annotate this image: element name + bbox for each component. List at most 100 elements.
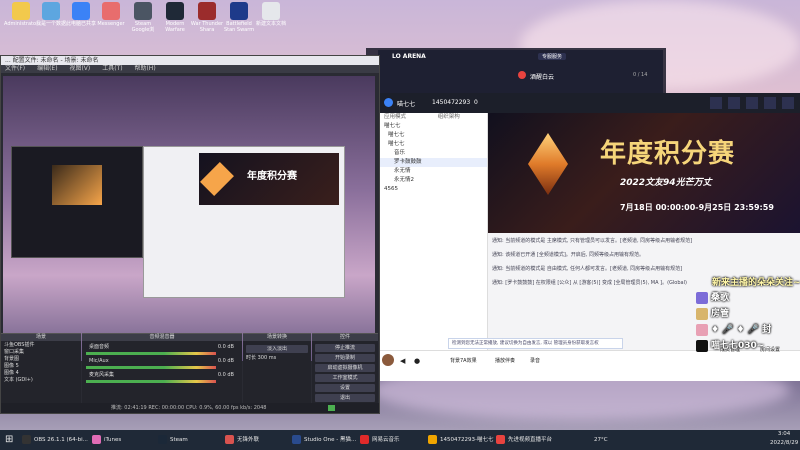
channel-item[interactable]: 喵七七 — [380, 140, 487, 149]
home-icon[interactable] — [710, 97, 722, 109]
desktop-icon[interactable]: War Thunder Shara — [190, 2, 224, 33]
start-recording-button[interactable]: 开始录制 — [315, 354, 375, 362]
source-item[interactable]: 背景图 — [1, 356, 81, 363]
text-file-icon — [262, 2, 280, 20]
menu-tools[interactable]: 工具(T) — [102, 65, 122, 72]
exit-button[interactable]: 退出 — [315, 394, 375, 402]
dock-mixer: 音频混音器 桌面音频 0.0 dB Mic/Aux 0.0 dB 麦克风采集 0… — [82, 333, 242, 406]
game-icon — [198, 2, 216, 20]
sidebar-tabs: 应用模式 组织架构 — [380, 113, 487, 122]
steam-icon — [158, 435, 167, 444]
room-avatar — [384, 98, 393, 107]
user-avatar — [518, 71, 526, 79]
avatar[interactable] — [382, 354, 394, 366]
chat-title-bar: 喵七七 1450472293 0 — [380, 93, 800, 113]
system-message: 通知: 当前频道的模式是 主席模式, 只有管理员可以发言。[老频道, 同房等级占… — [492, 238, 693, 244]
launcher-service-button[interactable]: 专服服务 — [538, 53, 567, 60]
chat-bottom-bar: ◀ ● 背景7A效果 播放伴奏 录音 成员管理 房间设置 — [380, 347, 800, 381]
settings-button[interactable]: 设置 — [315, 384, 375, 392]
taskbar-item[interactable]: OBS 26.1.1 (64-bi... — [22, 432, 88, 448]
source-item[interactable]: 图像 4 — [1, 370, 81, 377]
launcher-username: 酒醒白云 — [530, 74, 555, 81]
transition-select[interactable]: 淡入淡出 — [246, 345, 308, 353]
play-accompaniment-button[interactable]: 播放伴奏 — [495, 357, 515, 364]
tab-mode[interactable]: 应用模式 — [384, 114, 406, 120]
taskbar-item[interactable]: 无锋外联 — [225, 432, 259, 448]
menu-file[interactable]: 文件(F) — [5, 65, 25, 72]
desktop-icon[interactable]: Administrato... — [4, 2, 41, 27]
menu-help[interactable]: 帮助(H) — [134, 65, 155, 72]
source-item[interactable]: 文本 (GDI+) — [1, 377, 81, 384]
record-button[interactable]: 录音 — [530, 357, 540, 364]
virtual-camera-button[interactable]: 启动虚拟摄像机 — [315, 364, 375, 372]
speaker-icon[interactable]: ◀ — [400, 357, 405, 365]
taskbar-item[interactable]: Studio One - 黑猫... — [292, 432, 356, 448]
studio-mode-button[interactable]: 工作室模式 — [315, 374, 375, 382]
settings-icon[interactable] — [746, 97, 758, 109]
folder-icon — [12, 2, 30, 20]
windows-start-icon[interactable]: ⊞ — [5, 432, 13, 448]
studio-one-icon — [292, 435, 301, 444]
clock[interactable]: 3:04 2022/8/29 — [770, 430, 798, 446]
dock-scenes: 场景 斗鱼OBS插件 窗口采集 背景图 图像 5 图像 4 文本 (GDI+) — [1, 333, 81, 406]
channel-item[interactable]: 音乐 — [380, 149, 487, 158]
gamepad-icon[interactable] — [728, 97, 740, 109]
source-item[interactable]: 图像 5 — [1, 363, 81, 370]
background-effect-button[interactable]: 背景7A效果 — [450, 357, 477, 364]
taskbar-item[interactable]: Steam — [158, 432, 188, 448]
banner-subtitle: 2022文友94光芒万丈 — [620, 178, 712, 188]
launcher-count: 0 / 14 — [633, 72, 648, 78]
obs-menu-bar: 文件(F) 编辑(E) 视图(V) 工具(T) 帮助(H) — [1, 65, 379, 73]
desktop-icon[interactable]: 新建文本文档 — [254, 2, 288, 27]
volume-meter — [86, 352, 216, 355]
dock-header: 控件 — [312, 334, 378, 341]
desktop-icon[interactable]: 此电脑已共享 — [64, 2, 98, 27]
taskbar-item[interactable]: 先进视频直播平台 — [496, 432, 552, 448]
stop-streaming-button[interactable]: 停止推流 — [315, 344, 375, 352]
source-item[interactable]: 窗口采集 — [1, 349, 81, 356]
obs-window: ... 配置文件: 未命名 - 场景: 未命名 文件(F) 编辑(E) 视图(V… — [0, 55, 380, 414]
overlay-user: 桑歌 — [696, 290, 729, 304]
mixer-channel: Mic/Aux 0.0 dB — [86, 358, 236, 372]
desktop-icon[interactable]: Modern Warfare — [158, 2, 192, 33]
transition-duration: 时长 300 ms — [246, 355, 277, 361]
weather-widget[interactable]: 27°C — [594, 432, 608, 448]
desktop-icon[interactable]: Battlefield Stan Swarm — [222, 2, 256, 33]
preview-banner-title: 年度积分赛 — [247, 171, 297, 182]
desktop-icon[interactable]: 我是一个数据 — [34, 2, 68, 27]
desktop-icon[interactable]: Steam Google浏 — [126, 2, 160, 33]
overlay-title: 新来主播的朵朵关注~ — [712, 278, 800, 288]
mixer-channel: 麦克风采集 0.0 dB — [86, 372, 236, 386]
steam-icon — [134, 2, 152, 20]
preview-nested-obs — [11, 146, 143, 258]
close-icon[interactable] — [782, 97, 794, 109]
notice-toast[interactable]: 检测到您无法正常播放, 建议切换为自由发言, 或以 管理员身份获取发言权 — [448, 338, 623, 349]
tab-structure[interactable]: 组织架构 — [438, 114, 460, 120]
game-icon — [230, 2, 248, 20]
channel-item[interactable]: 喵七七 — [380, 131, 487, 140]
netease-music-icon — [360, 435, 369, 444]
online-count: 0 — [474, 99, 478, 106]
obs-icon — [22, 435, 31, 444]
voice-chat-window: 喵七七 1450472293 0 应用模式 组织架构 喵七七 喵七七 喵七七 音… — [380, 93, 800, 381]
microphone-icon[interactable]: ● — [414, 357, 420, 365]
taskbar-item[interactable]: 1450472293-喵七七 — [428, 432, 493, 448]
overlay-user: 房管 — [696, 306, 729, 320]
taskbar-item[interactable]: iTunes — [92, 432, 121, 448]
room-name: 喵七七 — [397, 101, 416, 108]
menu-icon[interactable] — [764, 97, 776, 109]
channel-item[interactable]: 喵七七 — [380, 122, 487, 131]
channel-item[interactable]: 4565 — [380, 185, 487, 194]
avatar — [696, 307, 708, 320]
desktop-icon[interactable]: Messenger — [94, 2, 128, 27]
channel-item[interactable]: 永无情2 — [380, 176, 487, 185]
source-item[interactable]: 斗鱼OBS插件 — [1, 342, 81, 349]
menu-view[interactable]: 视图(V) — [69, 65, 90, 72]
menu-edit[interactable]: 编辑(E) — [37, 65, 57, 72]
obs-preview[interactable]: 年度积分赛 — [3, 76, 375, 361]
taskbar-item[interactable]: 网易云音乐 — [360, 432, 400, 448]
banner-title: 年度积分赛 — [600, 139, 736, 169]
channel-item[interactable]: 永无情 — [380, 167, 487, 176]
system-message: 通知: 该频道已开通 [全频道模式]。开启后, 同频等级占用输有规范。 — [492, 252, 644, 258]
channel-item[interactable]: 罗卡鼓鼓鼓 — [380, 158, 487, 167]
